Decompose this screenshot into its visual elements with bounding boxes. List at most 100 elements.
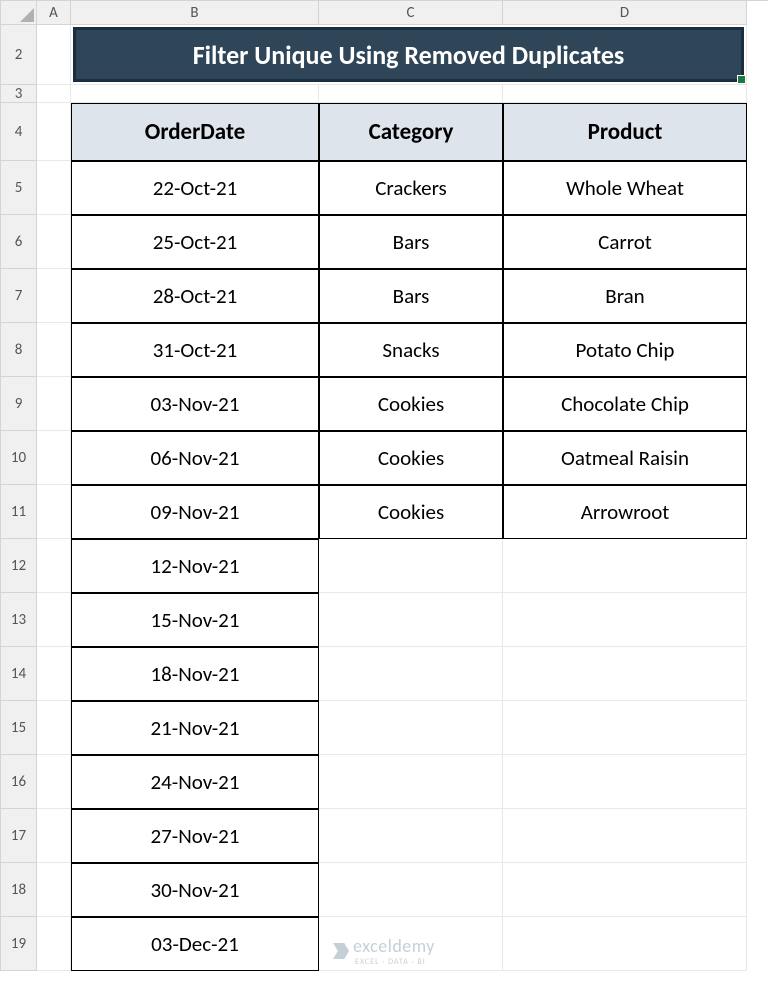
- row-header-6[interactable]: 6: [1, 215, 37, 269]
- cell-date[interactable]: 03-Nov-21: [71, 377, 319, 431]
- cell-category[interactable]: Cookies: [319, 377, 503, 431]
- watermark: exceldemy EXCEL · DATA · BI: [333, 935, 435, 967]
- row-header-5[interactable]: 5: [1, 161, 37, 215]
- row-header-16[interactable]: 16: [1, 755, 37, 809]
- row-header-11[interactable]: 11: [1, 485, 37, 539]
- cell-a13[interactable]: [37, 593, 71, 647]
- cell-c15[interactable]: [319, 701, 503, 755]
- cell-date[interactable]: 31-Oct-21: [71, 323, 319, 377]
- cell-d17[interactable]: [503, 809, 747, 863]
- cell-category[interactable]: Crackers: [319, 161, 503, 215]
- header-orderdate[interactable]: OrderDate: [71, 103, 319, 161]
- col-header-a[interactable]: A: [37, 1, 71, 25]
- row-header-18[interactable]: 18: [1, 863, 37, 917]
- cell-date[interactable]: 22-Oct-21: [71, 161, 319, 215]
- cell-date[interactable]: 12-Nov-21: [71, 539, 319, 593]
- cell-a19[interactable]: [37, 917, 71, 971]
- cell-date[interactable]: 06-Nov-21: [71, 431, 319, 485]
- cell-category[interactable]: Bars: [319, 269, 503, 323]
- watermark-logo-icon: [333, 943, 349, 959]
- cell-a5[interactable]: [37, 161, 71, 215]
- cell-d18[interactable]: [503, 863, 747, 917]
- cell-a14[interactable]: [37, 647, 71, 701]
- row-header-3[interactable]: 3: [1, 85, 37, 103]
- cell-c16[interactable]: [319, 755, 503, 809]
- cell-c13[interactable]: [319, 593, 503, 647]
- cell-product[interactable]: Chocolate Chip: [503, 377, 747, 431]
- row-header-9[interactable]: 9: [1, 377, 37, 431]
- cell-date[interactable]: 18-Nov-21: [71, 647, 319, 701]
- cell-a10[interactable]: [37, 431, 71, 485]
- row-header-14[interactable]: 14: [1, 647, 37, 701]
- cell-a18[interactable]: [37, 863, 71, 917]
- col-header-b[interactable]: B: [71, 1, 319, 25]
- row-header-15[interactable]: 15: [1, 701, 37, 755]
- cell-c18[interactable]: [319, 863, 503, 917]
- cell-a16[interactable]: [37, 755, 71, 809]
- cell-product[interactable]: Bran: [503, 269, 747, 323]
- row-header-12[interactable]: 12: [1, 539, 37, 593]
- row-header-7[interactable]: 7: [1, 269, 37, 323]
- cell-date[interactable]: 24-Nov-21: [71, 755, 319, 809]
- cell-d3[interactable]: [503, 85, 747, 103]
- title-box: Filter Unique Using Removed Duplicates: [73, 27, 744, 82]
- cell-d14[interactable]: [503, 647, 747, 701]
- col-header-c[interactable]: C: [319, 1, 503, 25]
- row-header-10[interactable]: 10: [1, 431, 37, 485]
- cell-a4[interactable]: [37, 103, 71, 161]
- watermark-tagline: EXCEL · DATA · BI: [355, 957, 435, 967]
- cell-category[interactable]: Cookies: [319, 485, 503, 539]
- col-header-d[interactable]: D: [503, 1, 747, 25]
- row-header-2[interactable]: 2: [1, 25, 37, 85]
- title-merged-cell[interactable]: Filter Unique Using Removed Duplicates: [71, 25, 747, 85]
- cell-date[interactable]: 25-Oct-21: [71, 215, 319, 269]
- cell-category[interactable]: Cookies: [319, 431, 503, 485]
- cell-c3[interactable]: [319, 85, 503, 103]
- cell-date[interactable]: 09-Nov-21: [71, 485, 319, 539]
- cell-date[interactable]: 30-Nov-21: [71, 863, 319, 917]
- title-text: Filter Unique Using Removed Duplicates: [193, 39, 625, 71]
- header-category[interactable]: Category: [319, 103, 503, 161]
- row-header-17[interactable]: 17: [1, 809, 37, 863]
- cell-date[interactable]: 03-Dec-21: [71, 917, 319, 971]
- cell-a3[interactable]: [37, 85, 71, 103]
- selection-handle[interactable]: [737, 75, 746, 84]
- row-header-4[interactable]: 4: [1, 103, 37, 161]
- cell-d16[interactable]: [503, 755, 747, 809]
- cell-product[interactable]: Carrot: [503, 215, 747, 269]
- row-header-8[interactable]: 8: [1, 323, 37, 377]
- header-product[interactable]: Product: [503, 103, 747, 161]
- cell-a8[interactable]: [37, 323, 71, 377]
- row-header-13[interactable]: 13: [1, 593, 37, 647]
- select-all-corner[interactable]: [1, 1, 37, 25]
- cell-a12[interactable]: [37, 539, 71, 593]
- cell-c17[interactable]: [319, 809, 503, 863]
- cell-category[interactable]: Snacks: [319, 323, 503, 377]
- cell-product[interactable]: Potato Chip: [503, 323, 747, 377]
- cell-b3[interactable]: [71, 85, 319, 103]
- cell-date[interactable]: 21-Nov-21: [71, 701, 319, 755]
- cell-date[interactable]: 28-Oct-21: [71, 269, 319, 323]
- cell-product[interactable]: Arrowroot: [503, 485, 747, 539]
- cell-d19[interactable]: [503, 917, 747, 971]
- cell-date[interactable]: 27-Nov-21: [71, 809, 319, 863]
- spreadsheet-grid[interactable]: A B C D 2 Filter Unique Using Removed Du…: [0, 0, 768, 971]
- cell-a9[interactable]: [37, 377, 71, 431]
- watermark-brand: exceldemy: [353, 935, 435, 957]
- cell-product[interactable]: Whole Wheat: [503, 161, 747, 215]
- cell-c12[interactable]: [319, 539, 503, 593]
- cell-a2[interactable]: [37, 25, 71, 85]
- cell-product[interactable]: Oatmeal Raisin: [503, 431, 747, 485]
- cell-a11[interactable]: [37, 485, 71, 539]
- cell-d15[interactable]: [503, 701, 747, 755]
- cell-d13[interactable]: [503, 593, 747, 647]
- cell-d12[interactable]: [503, 539, 747, 593]
- cell-category[interactable]: Bars: [319, 215, 503, 269]
- cell-c14[interactable]: [319, 647, 503, 701]
- cell-a17[interactable]: [37, 809, 71, 863]
- cell-a15[interactable]: [37, 701, 71, 755]
- cell-a7[interactable]: [37, 269, 71, 323]
- cell-a6[interactable]: [37, 215, 71, 269]
- row-header-19[interactable]: 19: [1, 917, 37, 971]
- cell-date[interactable]: 15-Nov-21: [71, 593, 319, 647]
